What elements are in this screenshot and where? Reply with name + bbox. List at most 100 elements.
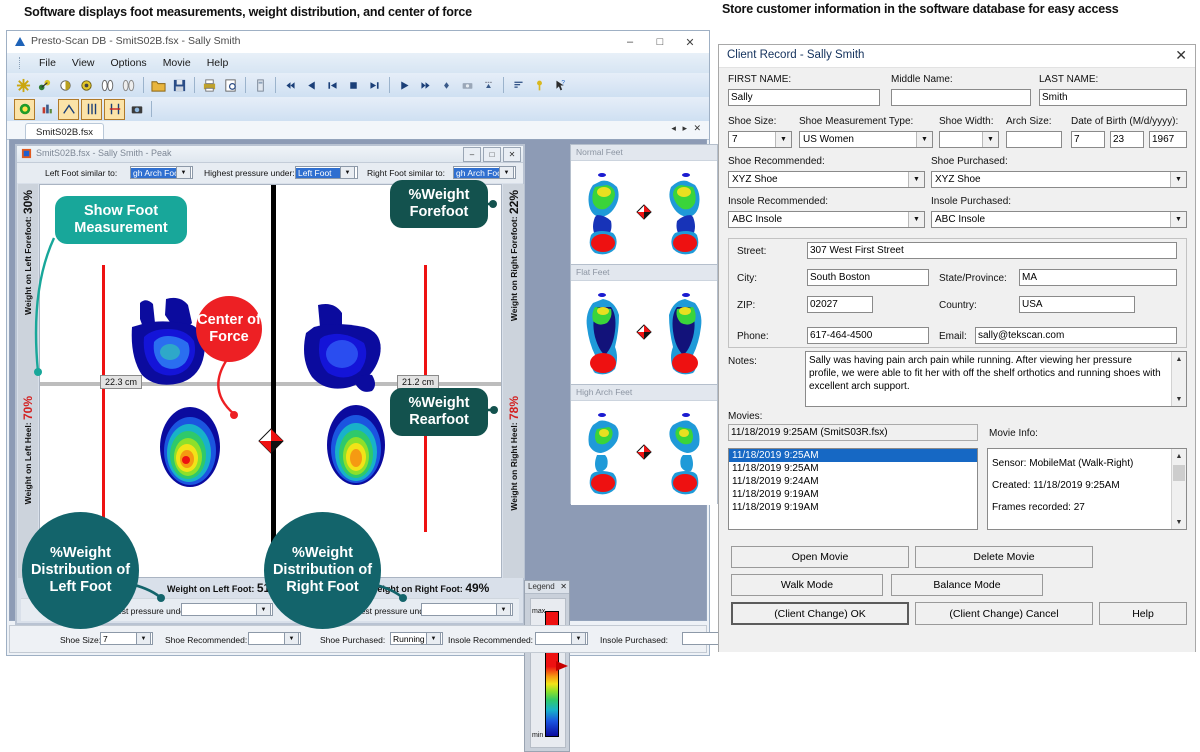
chevron-down-icon[interactable]: ▼ bbox=[136, 632, 151, 645]
menu-view[interactable]: View bbox=[64, 55, 103, 71]
chevron-down-icon[interactable]: ▼ bbox=[1170, 172, 1186, 187]
city-field[interactable]: South Boston bbox=[807, 269, 929, 286]
bar-chart-icon[interactable] bbox=[37, 100, 56, 119]
shoe-recommended-combo[interactable]: XYZ Shoe ▼ bbox=[728, 171, 925, 188]
chevron-up-icon[interactable]: ▲ bbox=[1172, 449, 1186, 463]
list-icon[interactable] bbox=[509, 76, 528, 95]
fast-forward-icon[interactable] bbox=[416, 76, 435, 95]
delete-movie-button[interactable]: Delete Movie bbox=[915, 546, 1093, 568]
export-icon[interactable] bbox=[479, 76, 498, 95]
client-change-cancel-button[interactable]: (Client Change) Cancel bbox=[915, 602, 1093, 625]
peak-close-button[interactable]: ✕ bbox=[503, 147, 521, 162]
chevron-down-icon[interactable]: ▼ bbox=[176, 166, 191, 179]
peak-maximize-button[interactable]: □ bbox=[483, 147, 501, 162]
reference-panel-flat[interactable]: Flat Feet bbox=[570, 264, 718, 384]
chevron-down-icon[interactable]: ▼ bbox=[426, 632, 441, 645]
country-field[interactable]: USA bbox=[1019, 296, 1135, 313]
close-button[interactable]: ✕ bbox=[675, 31, 705, 53]
list-item[interactable]: 11/18/2019 9:19AM bbox=[729, 501, 977, 514]
shoe-size-combo[interactable]: 7 ▼ bbox=[728, 131, 792, 148]
middle-name-field[interactable] bbox=[891, 89, 1031, 106]
arch-size-field[interactable] bbox=[1006, 131, 1062, 148]
phone-field[interactable]: 617-464-4500 bbox=[807, 327, 929, 344]
last-frame-icon[interactable] bbox=[365, 76, 384, 95]
notes-scrollbar[interactable]: ▲ ▼ bbox=[1171, 352, 1186, 406]
menu-options[interactable]: Options bbox=[103, 55, 155, 71]
list-item[interactable]: 11/18/2019 9:24AM bbox=[729, 475, 977, 488]
list-item[interactable]: 11/18/2019 9:25AM bbox=[729, 449, 977, 462]
step-back-icon[interactable] bbox=[302, 76, 321, 95]
walk-icon[interactable] bbox=[77, 76, 96, 95]
walk-mode-button[interactable]: Walk Mode bbox=[731, 574, 883, 596]
first-frame-icon[interactable] bbox=[323, 76, 342, 95]
scrollbar-thumb[interactable] bbox=[1173, 465, 1185, 481]
balance-mode-button[interactable]: Balance Mode bbox=[891, 574, 1043, 596]
client-change-ok-button[interactable]: (Client Change) OK bbox=[731, 602, 909, 625]
minimize-button[interactable]: – bbox=[615, 31, 645, 53]
status-insole-rec-combo[interactable]: ▼ bbox=[535, 632, 588, 645]
chevron-down-icon[interactable]: ▼ bbox=[499, 166, 514, 179]
save-disk-icon[interactable] bbox=[170, 76, 189, 95]
chevron-down-icon[interactable]: ▼ bbox=[1172, 515, 1186, 529]
movie-info-scrollbar[interactable]: ▲ ▼ bbox=[1171, 449, 1186, 529]
shoe-measurement-type-combo[interactable]: US Women ▼ bbox=[799, 131, 933, 148]
peak-minimize-button[interactable]: – bbox=[463, 147, 481, 162]
chevron-down-icon[interactable]: ▼ bbox=[982, 132, 998, 147]
menu-help[interactable]: Help bbox=[199, 55, 237, 71]
maximize-button[interactable]: □ bbox=[645, 31, 675, 53]
first-name-field[interactable]: Sally bbox=[728, 89, 880, 106]
document-tab[interactable]: SmitS02B.fsx bbox=[25, 123, 104, 140]
chevron-down-icon[interactable]: ▼ bbox=[916, 132, 932, 147]
street-field[interactable]: 307 West First Street bbox=[807, 242, 1177, 259]
tab-nav-controls[interactable]: ◂ ▸ ✕ bbox=[671, 123, 703, 134]
open-movie-button[interactable]: Open Movie bbox=[731, 546, 909, 568]
help-button[interactable]: Help bbox=[1099, 602, 1187, 625]
stop-icon[interactable] bbox=[344, 76, 363, 95]
chevron-down-icon[interactable]: ▼ bbox=[571, 632, 586, 645]
balance-icon[interactable] bbox=[56, 76, 75, 95]
chevron-down-icon[interactable]: ▼ bbox=[1172, 392, 1186, 406]
columns-red-icon[interactable] bbox=[104, 99, 125, 120]
reference-panel-normal[interactable]: Normal Feet bbox=[570, 144, 718, 264]
dob-day-field[interactable]: 23 bbox=[1110, 131, 1144, 148]
legend-pointer-icon[interactable] bbox=[556, 661, 568, 671]
reference-panel-high-arch[interactable]: High Arch Feet bbox=[570, 384, 718, 504]
camera-icon[interactable] bbox=[458, 76, 477, 95]
status-shoe-rec-combo[interactable]: ▼ bbox=[248, 632, 301, 645]
dob-month-field[interactable]: 7 bbox=[1071, 131, 1105, 148]
compare-feet-2-icon[interactable] bbox=[119, 76, 138, 95]
key-icon[interactable] bbox=[530, 76, 549, 95]
chevron-down-icon[interactable]: ▼ bbox=[496, 603, 511, 616]
insole-recommended-combo[interactable]: ABC Insole ▼ bbox=[728, 211, 925, 228]
print-preview-icon[interactable] bbox=[221, 76, 240, 95]
menu-movie[interactable]: Movie bbox=[155, 55, 199, 71]
play-icon[interactable] bbox=[395, 76, 414, 95]
chevron-down-icon[interactable]: ▼ bbox=[340, 166, 355, 179]
last-name-field[interactable]: Smith bbox=[1039, 89, 1187, 106]
marker-icon[interactable] bbox=[437, 76, 456, 95]
chevron-down-icon[interactable]: ▼ bbox=[256, 603, 271, 616]
status-shoe-size-combo[interactable]: 7 ▼ bbox=[100, 632, 153, 645]
snapshot-icon[interactable] bbox=[127, 100, 146, 119]
chevron-down-icon[interactable]: ▼ bbox=[775, 132, 791, 147]
open-folder-icon[interactable] bbox=[149, 76, 168, 95]
legend-close-icon[interactable]: ✕ bbox=[560, 581, 567, 593]
contour-icon[interactable] bbox=[14, 99, 35, 120]
list-item[interactable]: 11/18/2019 9:19AM bbox=[729, 488, 977, 501]
status-shoe-pur-combo[interactable]: Running Sh ▼ bbox=[390, 632, 443, 645]
notes-textarea[interactable]: Sally was having pain arch pain while ru… bbox=[805, 351, 1187, 407]
left-foot-similar-combo[interactable]: gh Arch Foot ▼ bbox=[130, 166, 193, 179]
chevron-up-icon[interactable]: ▲ bbox=[1172, 352, 1186, 366]
center-of-force-marker[interactable] bbox=[258, 428, 284, 454]
state-field[interactable]: MA bbox=[1019, 269, 1177, 286]
rewind-icon[interactable] bbox=[281, 76, 300, 95]
insole-purchased-combo[interactable]: ABC Insole ▼ bbox=[931, 211, 1187, 228]
dob-year-field[interactable]: 1967 bbox=[1149, 131, 1187, 148]
print-icon[interactable] bbox=[200, 76, 219, 95]
right-foot-similar-combo[interactable]: gh Arch Foot ▼ bbox=[453, 166, 516, 179]
chevron-down-icon[interactable]: ▼ bbox=[908, 172, 924, 187]
left-foot-pressure-combo[interactable]: ▼ bbox=[181, 603, 273, 616]
dialog-close-icon[interactable]: ✕ bbox=[1175, 47, 1187, 64]
movies-selected-field[interactable]: 11/18/2019 9:25AM (SmitS03R.fsx) bbox=[728, 424, 978, 441]
chevron-down-icon[interactable]: ▼ bbox=[1170, 212, 1186, 227]
